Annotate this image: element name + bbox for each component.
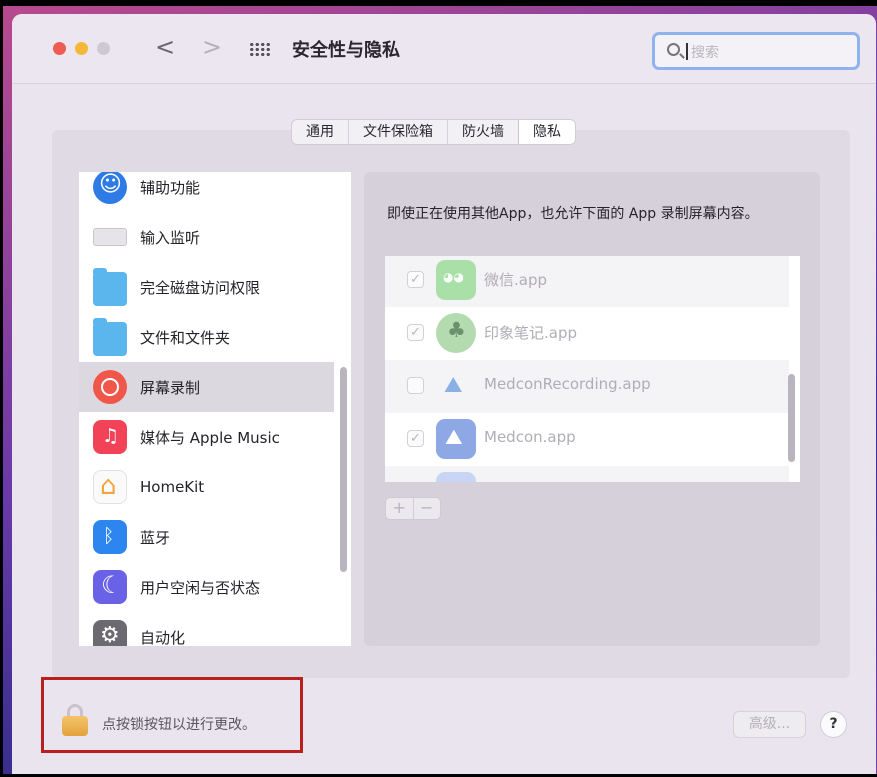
evernote-icon — [436, 313, 476, 353]
app-checkbox[interactable] — [407, 377, 424, 394]
permission-description: 即使正在使用其他App，也允许下面的 App 录制屏幕内容。 — [387, 206, 759, 222]
accessibility-icon — [93, 172, 127, 204]
close-window-button[interactable] — [53, 42, 66, 55]
text-cursor — [686, 43, 688, 60]
app-checkbox[interactable]: ✓ — [407, 430, 424, 447]
sidebar-item-user-availability[interactable]: 用户空闲与否状态 — [79, 562, 334, 612]
sidebar-item-label: 自动化 — [140, 628, 186, 647]
tab-general[interactable]: 通用 — [292, 120, 349, 144]
help-button[interactable]: ? — [820, 711, 847, 738]
sidebar-item-label: 蓝牙 — [140, 528, 171, 547]
app-list-scrollbar[interactable] — [788, 374, 795, 462]
tab-filevault[interactable]: 文件保险箱 — [349, 120, 448, 144]
app-checkbox[interactable]: ✓ — [407, 324, 424, 341]
zoom-window-button[interactable] — [97, 42, 110, 55]
show-all-grid-icon[interactable] — [249, 42, 271, 56]
app-name: Medcon.app — [484, 428, 576, 446]
medcon-recording-icon — [436, 366, 476, 406]
screen-recording-icon — [93, 370, 127, 404]
sidebar-item-label: HomeKit — [140, 478, 205, 496]
app-icon — [436, 472, 476, 482]
sidebar-scrollbar[interactable] — [340, 367, 347, 572]
app-list: ✓ 微信.app ✓ 印象笔记.app MedconRecording.app … — [385, 256, 800, 482]
sidebar-item-homekit[interactable]: HomeKit — [79, 462, 334, 512]
sidebar-item-media-apple-music[interactable]: 媒体与 Apple Music — [79, 412, 334, 462]
window-title: 安全性与隐私 — [292, 40, 400, 61]
sidebar-item-bluetooth[interactable]: 蓝牙 — [79, 512, 334, 562]
list-item-medcon[interactable]: ✓ Medcon.app — [385, 413, 789, 466]
sidebar-item-label: 完全磁盘访问权限 — [140, 278, 261, 297]
privacy-category-list: 辅助功能 输入监听 完全磁盘访问权限 文件和文件夹 屏幕录制 媒体与 Apple… — [79, 172, 351, 646]
search-icon — [667, 43, 680, 56]
title-bar: < > 安全性与隐私 搜索 — [12, 14, 876, 84]
folder-icon — [93, 318, 127, 356]
advanced-button[interactable]: 高级... — [733, 711, 806, 738]
search-placeholder: 搜索 — [691, 45, 719, 61]
add-remove-control: + − — [385, 497, 441, 520]
app-name: 印象笔记.app — [484, 324, 578, 342]
sidebar-item-accessibility[interactable]: 辅助功能 — [79, 172, 334, 212]
sidebar-item-full-disk-access[interactable]: 完全磁盘访问权限 — [79, 262, 334, 312]
medcon-icon — [436, 419, 476, 459]
sidebar-item-label: 媒体与 Apple Music — [140, 428, 280, 447]
list-item-evernote[interactable]: ✓ 印象笔记.app — [385, 307, 789, 360]
keyboard-icon — [93, 228, 127, 246]
bluetooth-icon — [93, 520, 127, 554]
list-item-wechat[interactable]: ✓ 微信.app — [385, 256, 789, 307]
preferences-window: < > 安全性与隐私 搜索 通用 文件保险箱 防火墙 隐私 辅助功能 输入监听 … — [12, 14, 876, 774]
sidebar-item-label: 文件和文件夹 — [140, 328, 231, 347]
back-button[interactable]: < — [155, 32, 175, 62]
add-app-button[interactable]: + — [386, 498, 414, 519]
moon-icon — [93, 570, 127, 604]
sidebar-item-automation[interactable]: 自动化 — [79, 612, 334, 646]
sidebar-item-input-monitoring[interactable]: 输入监听 — [79, 212, 334, 262]
tab-privacy[interactable]: 隐私 — [519, 120, 575, 144]
minimize-window-button[interactable] — [75, 42, 88, 55]
home-icon — [93, 470, 127, 504]
sidebar-item-label: 屏幕录制 — [140, 378, 201, 397]
remove-app-button[interactable]: − — [414, 498, 441, 519]
sidebar-item-screen-recording[interactable]: 屏幕录制 — [79, 362, 334, 412]
folder-icon — [93, 268, 127, 306]
tab-bar: 通用 文件保险箱 防火墙 隐私 — [291, 119, 576, 145]
music-icon — [93, 420, 127, 454]
app-name: MedconRecording.app — [484, 375, 651, 393]
detail-pane: 即使正在使用其他App，也允许下面的 App 录制屏幕内容。 ✓ 微信.app … — [364, 172, 820, 646]
forward-button[interactable]: > — [202, 32, 222, 62]
sidebar-item-files-and-folders[interactable]: 文件和文件夹 — [79, 312, 334, 362]
wechat-icon — [436, 260, 476, 300]
highlight-annotation-box — [41, 677, 303, 753]
list-item-partial[interactable] — [385, 466, 789, 482]
app-name: 微信.app — [484, 271, 548, 289]
tab-firewall[interactable]: 防火墙 — [448, 120, 519, 144]
sidebar-item-label: 辅助功能 — [140, 178, 201, 197]
sidebar-item-label: 输入监听 — [140, 228, 201, 247]
app-checkbox[interactable]: ✓ — [407, 271, 424, 288]
search-field[interactable]: 搜索 — [652, 32, 860, 70]
list-item-medcon-recording[interactable]: MedconRecording.app — [385, 360, 789, 413]
sidebar-item-label: 用户空闲与否状态 — [140, 578, 261, 597]
gear-icon — [93, 620, 127, 646]
